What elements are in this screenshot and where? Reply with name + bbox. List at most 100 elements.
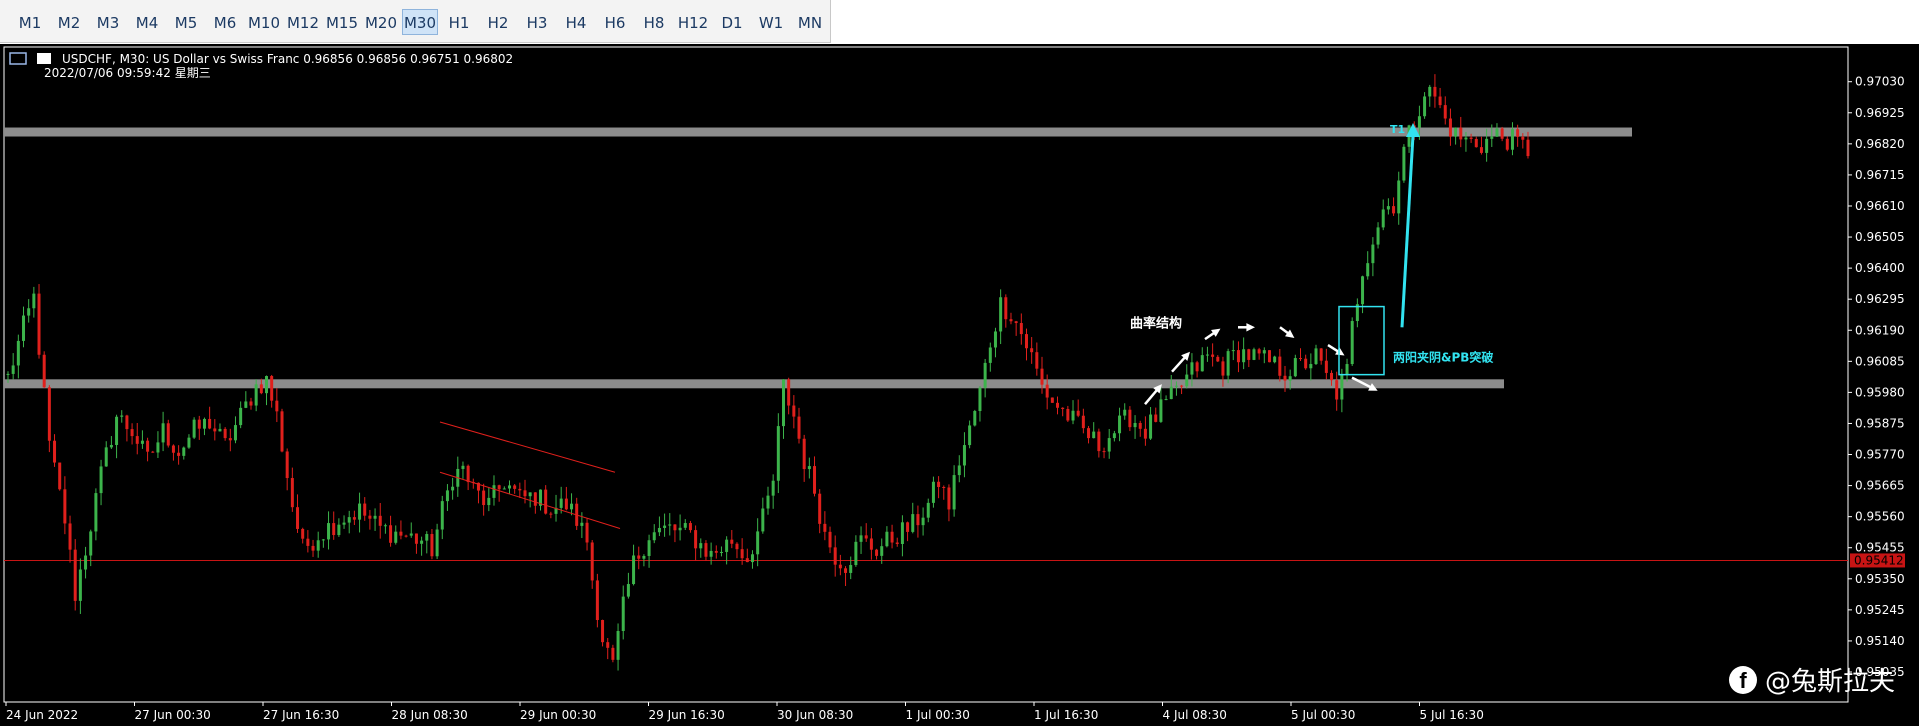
candle[interactable]: [1500, 126, 1504, 142]
candle[interactable]: [1402, 144, 1406, 183]
candle[interactable]: [782, 379, 785, 439]
candle[interactable]: [1004, 294, 1008, 328]
candle[interactable]: [1035, 342, 1039, 376]
candle[interactable]: [1030, 337, 1034, 364]
candle[interactable]: [11, 353, 15, 380]
resistance-zone-1[interactable]: [4, 127, 1632, 137]
candle[interactable]: [280, 408, 284, 453]
candle[interactable]: [1423, 92, 1427, 119]
candle[interactable]: [1169, 374, 1173, 400]
candle[interactable]: [218, 423, 222, 432]
candle[interactable]: [125, 414, 129, 442]
candle[interactable]: [1479, 136, 1483, 155]
candle[interactable]: [1454, 127, 1458, 145]
candle[interactable]: [1009, 312, 1013, 325]
candle[interactable]: [916, 505, 920, 538]
candle[interactable]: [942, 485, 946, 500]
candle[interactable]: [1459, 116, 1463, 148]
candle[interactable]: [1056, 396, 1060, 415]
candle[interactable]: [347, 510, 351, 534]
candle[interactable]: [813, 456, 817, 497]
candle[interactable]: [270, 374, 274, 408]
candle[interactable]: [585, 518, 589, 551]
candle[interactable]: [1319, 348, 1323, 365]
candle[interactable]: [1381, 199, 1385, 231]
timeframe-m30[interactable]: M30: [402, 9, 438, 35]
candle[interactable]: [1066, 405, 1070, 422]
candle[interactable]: [1309, 353, 1313, 381]
candle[interactable]: [621, 585, 625, 640]
timeframe-m6[interactable]: M6: [207, 9, 243, 35]
candle[interactable]: [1345, 358, 1349, 382]
candle[interactable]: [523, 479, 527, 504]
candle[interactable]: [492, 475, 496, 506]
candle[interactable]: [750, 550, 754, 569]
save-icon[interactable]: [37, 53, 51, 64]
candle[interactable]: [1143, 416, 1147, 446]
candle[interactable]: [647, 534, 651, 568]
candle[interactable]: [539, 489, 543, 511]
candle[interactable]: [1495, 123, 1499, 137]
candle[interactable]: [197, 415, 201, 440]
candle[interactable]: [1236, 341, 1240, 373]
candle[interactable]: [957, 455, 961, 483]
candle[interactable]: [1102, 447, 1106, 459]
candle[interactable]: [1128, 406, 1132, 432]
candle[interactable]: [1438, 87, 1442, 109]
candle[interactable]: [947, 484, 951, 522]
candle[interactable]: [1428, 84, 1432, 107]
candle[interactable]: [73, 539, 77, 611]
timeframe-h1[interactable]: H1: [441, 9, 477, 35]
candle[interactable]: [115, 414, 119, 459]
candle[interactable]: [1510, 122, 1514, 156]
candle[interactable]: [766, 486, 770, 515]
timeframe-m12[interactable]: M12: [285, 9, 321, 35]
candle[interactable]: [316, 531, 320, 558]
candle[interactable]: [973, 409, 977, 427]
candle[interactable]: [1231, 340, 1235, 361]
candle[interactable]: [156, 431, 160, 459]
candle[interactable]: [1371, 237, 1375, 277]
candle[interactable]: [544, 485, 548, 515]
candle[interactable]: [952, 465, 956, 517]
candle[interactable]: [63, 476, 67, 535]
candle[interactable]: [1024, 328, 1028, 361]
candle[interactable]: [466, 464, 470, 491]
candle[interactable]: [1118, 407, 1122, 442]
candle[interactable]: [988, 342, 992, 372]
candle[interactable]: [1397, 171, 1401, 225]
candle[interactable]: [120, 410, 124, 423]
candle[interactable]: [849, 556, 853, 580]
candle[interactable]: [1433, 74, 1437, 108]
candle[interactable]: [296, 494, 300, 533]
candle[interactable]: [549, 511, 553, 519]
candle[interactable]: [1314, 344, 1318, 366]
candle[interactable]: [94, 488, 98, 541]
timeframe-m4[interactable]: M4: [129, 9, 165, 35]
candle[interactable]: [1185, 364, 1189, 389]
candle[interactable]: [1071, 400, 1075, 425]
timeframe-h4[interactable]: H4: [558, 9, 594, 35]
candle[interactable]: [875, 548, 879, 560]
timeframe-m15[interactable]: M15: [324, 9, 360, 35]
candle[interactable]: [869, 528, 873, 560]
candle[interactable]: [719, 546, 723, 557]
candle[interactable]: [1133, 415, 1137, 439]
candle[interactable]: [414, 533, 418, 554]
candle[interactable]: [1366, 251, 1370, 280]
candle[interactable]: [327, 511, 331, 550]
timeframe-mn[interactable]: MN: [792, 9, 828, 35]
candle[interactable]: [1392, 197, 1396, 216]
candle[interactable]: [213, 419, 217, 441]
candle[interactable]: [999, 289, 1003, 345]
candle[interactable]: [533, 492, 537, 514]
candle[interactable]: [1267, 350, 1271, 363]
candle[interactable]: [32, 286, 36, 318]
candle[interactable]: [626, 572, 630, 599]
candle[interactable]: [518, 482, 522, 498]
candle[interactable]: [807, 457, 811, 479]
candle[interactable]: [1242, 337, 1246, 370]
candle[interactable]: [1097, 428, 1101, 458]
candle[interactable]: [389, 515, 393, 547]
candle[interactable]: [161, 411, 165, 452]
